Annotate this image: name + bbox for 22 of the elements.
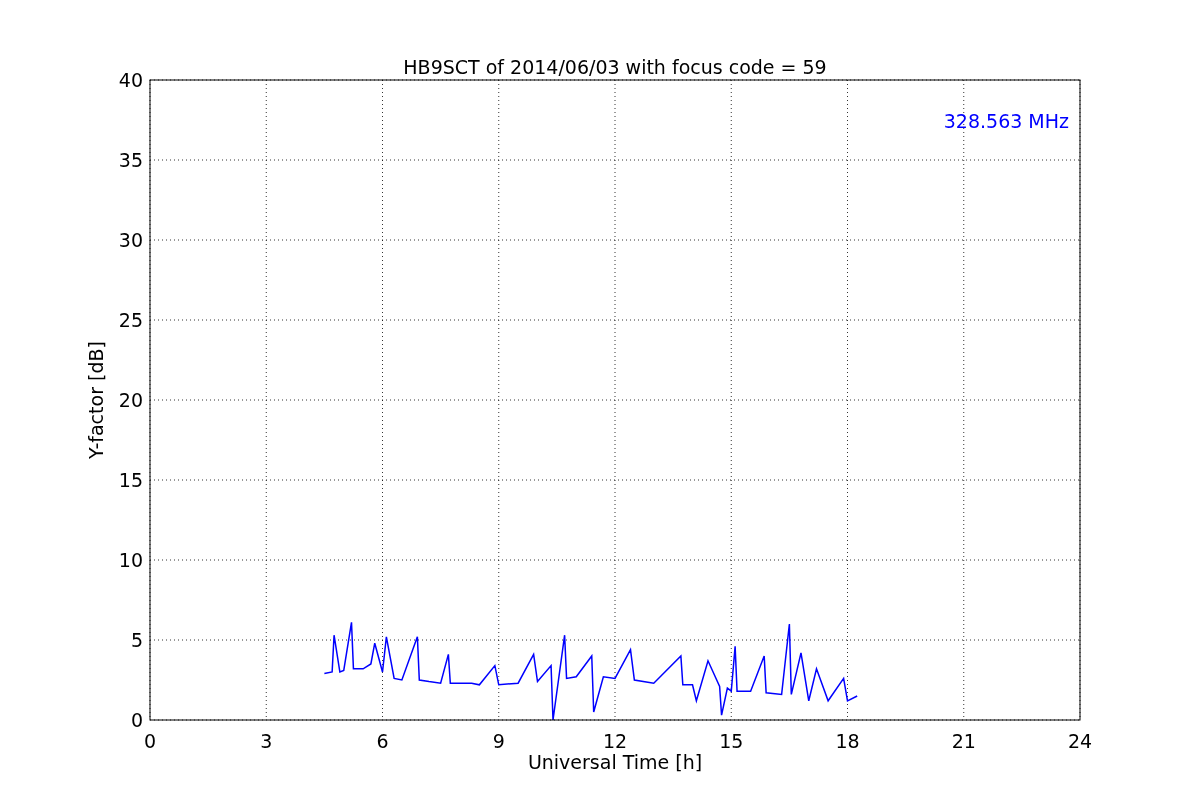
axis-label: Y-factor [dB] [85, 341, 107, 459]
tick-label: 40 [118, 69, 143, 91]
tick-label: 5 [130, 629, 143, 651]
tick-label: 15 [118, 469, 143, 491]
tick-label: 20 [118, 389, 143, 411]
tick-label: 35 [118, 149, 143, 171]
tick-label: 9 [492, 730, 505, 752]
annotation-text: 328.563 MHz [943, 110, 1069, 132]
tick-label: 0 [143, 730, 157, 752]
tick-label: 6 [376, 730, 389, 752]
tick-label: 21 [951, 730, 976, 752]
tick-label: 0 [130, 709, 143, 731]
tick-label: 24 [1067, 730, 1093, 752]
tick-label: 15 [719, 730, 744, 752]
tick-label: 25 [118, 309, 143, 331]
tick-label: 30 [118, 229, 143, 251]
tick-label: 12 [602, 730, 628, 752]
chart-title: HB9SCT of 2014/06/03 with focus code = 59 [403, 56, 827, 78]
tick-label: 10 [118, 549, 143, 571]
tick-label: 18 [835, 730, 860, 752]
axis-label: Universal Time [h] [527, 751, 703, 773]
tick-label: 3 [260, 730, 273, 752]
